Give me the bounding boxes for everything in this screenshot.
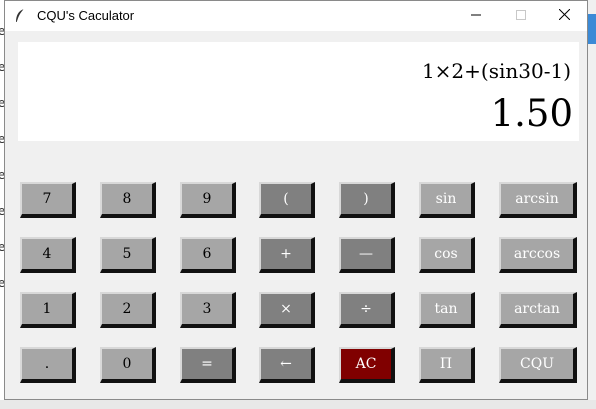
feather-icon <box>13 8 27 24</box>
key-3[interactable]: 3 <box>180 292 236 328</box>
calculator-display: 1×2+(sin30-1) 1.50 <box>18 42 579 141</box>
key-open-paren[interactable]: ( <box>259 182 315 218</box>
key-4[interactable]: 4 <box>20 237 76 273</box>
minimize-button[interactable] <box>453 1 498 31</box>
key-close-paren[interactable]: ) <box>339 182 395 218</box>
key-cos[interactable]: cos <box>419 237 475 273</box>
key-2[interactable]: 2 <box>100 292 156 328</box>
key-backspace[interactable]: ← <box>259 347 315 383</box>
key-sin[interactable]: sin <box>419 182 475 218</box>
expression-display: 1×2+(sin30-1) <box>421 59 571 83</box>
key-plus[interactable]: + <box>259 237 315 273</box>
key-arctan[interactable]: arctan <box>499 292 577 328</box>
key-minus[interactable]: — <box>339 237 395 273</box>
close-icon <box>558 7 571 25</box>
close-button[interactable] <box>542 1 587 31</box>
calculator-window: CQU's Caculator 1×2+(sin30-1) 1.50 7 8 9… <box>4 0 588 400</box>
title-bar[interactable]: CQU's Caculator <box>5 1 587 31</box>
key-arccos[interactable]: arccos <box>499 237 577 273</box>
result-display: 1.50 <box>490 92 573 135</box>
key-cqu[interactable]: CQU <box>499 347 577 383</box>
key-7[interactable]: 7 <box>20 182 76 218</box>
background-blue-tab <box>588 14 596 44</box>
key-divide[interactable]: ÷ <box>339 292 395 328</box>
maximize-button[interactable] <box>498 1 543 31</box>
key-pi[interactable]: Π <box>419 347 475 383</box>
key-5[interactable]: 5 <box>100 237 156 273</box>
key-1[interactable]: 1 <box>20 292 76 328</box>
key-tan[interactable]: tan <box>419 292 475 328</box>
key-6[interactable]: 6 <box>180 237 236 273</box>
key-0[interactable]: 0 <box>100 347 156 383</box>
key-8[interactable]: 8 <box>100 182 156 218</box>
key-arcsin[interactable]: arcsin <box>499 182 577 218</box>
key-9[interactable]: 9 <box>180 182 236 218</box>
background-window-edge <box>588 0 596 409</box>
maximize-icon <box>515 7 526 25</box>
key-decimal[interactable]: . <box>20 347 76 383</box>
minimize-icon <box>470 7 481 25</box>
key-equals[interactable]: = <box>180 347 236 383</box>
key-clear[interactable]: AC <box>339 347 395 383</box>
window-title: CQU's Caculator <box>37 8 135 23</box>
background-taskbar-edge <box>0 400 596 409</box>
key-multiply[interactable]: × <box>259 292 315 328</box>
